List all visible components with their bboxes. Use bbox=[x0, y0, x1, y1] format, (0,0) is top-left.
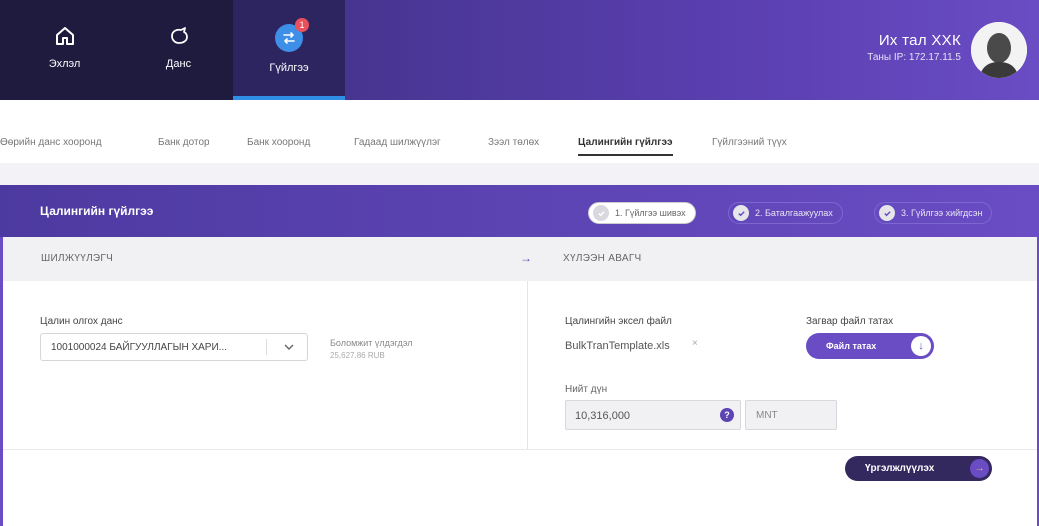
template-download-label: Загвар файл татах bbox=[806, 316, 894, 327]
download-file-button[interactable]: Файл татах ↓ bbox=[806, 333, 934, 359]
step-label: 2. Баталгаажуулах bbox=[755, 208, 833, 218]
available-balance-value: 25,627.86 RUB bbox=[330, 351, 385, 360]
top-header: Эхлэл Данс 1 Гүйлгээ Их тал ХХК Таны IP:… bbox=[0, 0, 1039, 100]
step-label: 1. Гүйлгээ шивэх bbox=[615, 208, 686, 218]
step-label: 3. Гүйлгээ хийгдсэн bbox=[901, 208, 983, 218]
nav-item-label: Эхлэл bbox=[48, 58, 81, 70]
nav-item-home[interactable]: Эхлэл bbox=[27, 0, 102, 100]
download-arrow-icon: ↓ bbox=[911, 336, 931, 356]
sender-section-header: ШИЛЖҮҮЛЭГЧ bbox=[3, 237, 513, 281]
user-info: Их тал ХХК Таны IP: 172.17.11.5 bbox=[867, 32, 961, 63]
check-icon bbox=[733, 205, 749, 221]
currency-value: MNT bbox=[756, 410, 778, 421]
ip-address: Таны IP: 172.17.11.5 bbox=[867, 52, 961, 63]
tab-within-bank[interactable]: Банк дотор bbox=[158, 137, 210, 148]
page-title: Цалингийн гүйлгээ bbox=[40, 204, 154, 218]
check-icon bbox=[593, 205, 609, 221]
available-balance-label: Боломжит үлдэгдэл bbox=[330, 338, 413, 348]
continue-button-label: Үргэлжлүүлэх bbox=[865, 463, 935, 474]
transfer-icon: 1 bbox=[275, 18, 309, 52]
account-label: Цалин олгох данс bbox=[40, 316, 123, 327]
account-select[interactable]: 1001000024 БАЙГУУЛЛАГЫН ХАРИ... bbox=[40, 333, 308, 361]
remove-file-icon[interactable]: × bbox=[692, 338, 698, 349]
receiver-section-header: ХҮЛЭЭН АВАГЧ bbox=[513, 237, 1037, 281]
notification-badge: 1 bbox=[295, 18, 309, 32]
help-icon[interactable]: ? bbox=[720, 408, 734, 422]
tab-loan-payment[interactable]: Зээл төлөх bbox=[488, 137, 539, 148]
nav-item-transfer[interactable]: 1 Гүйлгээ bbox=[233, 0, 345, 100]
tab-own-accounts[interactable]: Өөрийн данс хооронд bbox=[0, 137, 102, 148]
home-icon bbox=[53, 24, 77, 48]
uploaded-file-name: BulkTranTemplate.xls bbox=[565, 340, 670, 352]
divider bbox=[3, 449, 1037, 450]
tab-between-banks[interactable]: Банк хооронд bbox=[247, 137, 310, 148]
avatar[interactable] bbox=[971, 22, 1027, 78]
page-title-band: Цалингийн гүйлгээ 1. Гүйлгээ шивэх 2. Ба… bbox=[0, 185, 1039, 237]
chevron-down-icon bbox=[283, 341, 295, 356]
account-select-value: 1001000024 БАЙГУУЛЛАГЫН ХАРИ... bbox=[51, 342, 227, 353]
nav-item-label: Данс bbox=[165, 58, 192, 70]
user-silhouette-icon bbox=[971, 22, 1027, 78]
receiver-header-label: ХҮЛЭЭН АВАГЧ bbox=[563, 253, 642, 264]
company-name: Их тал ХХК bbox=[878, 32, 961, 49]
piggy-bank-icon bbox=[167, 24, 191, 48]
currency-field: MNT bbox=[745, 400, 837, 430]
subtabs-spacer bbox=[0, 163, 1039, 185]
total-amount-value: 10,316,000 bbox=[575, 410, 631, 422]
step-3: 3. Гүйлгээ хийгдсэн bbox=[874, 202, 993, 224]
check-icon bbox=[879, 205, 895, 221]
step-1: 1. Гүйлгээ шивэх bbox=[588, 202, 696, 224]
tab-international[interactable]: Гадаад шилжүүлэг bbox=[354, 137, 441, 148]
sender-header-label: ШИЛЖҮҮЛЭГЧ bbox=[41, 253, 114, 264]
tab-salary-transfer[interactable]: Цалингийн гүйлгээ bbox=[578, 137, 673, 156]
total-amount-field: 10,316,000 ? bbox=[565, 400, 741, 430]
download-button-label: Файл татах bbox=[826, 341, 877, 351]
nav-item-label: Гүйлгээ bbox=[269, 62, 309, 74]
sender-panel bbox=[3, 281, 528, 449]
arrow-right-icon: → bbox=[970, 459, 989, 478]
arrow-right-icon: → bbox=[520, 251, 532, 265]
total-amount-label: Нийт дүн bbox=[565, 384, 608, 395]
step-2: 2. Баталгаажуулах bbox=[728, 202, 843, 224]
tab-transaction-history[interactable]: Гүйлгээний түүх bbox=[712, 137, 787, 148]
continue-button[interactable]: Үргэлжлүүлэх → bbox=[845, 456, 992, 481]
select-divider bbox=[266, 339, 267, 355]
nav-item-account[interactable]: Данс bbox=[141, 0, 216, 100]
excel-file-label: Цалингийн эксел файл bbox=[565, 316, 672, 327]
